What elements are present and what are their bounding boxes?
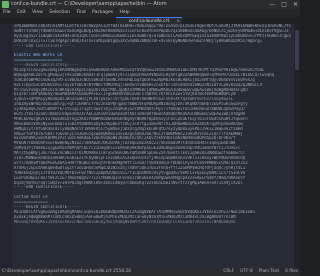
tab-bar: conf.ca-bundle.crt × [0,17,300,24]
scrollbar-thumb[interactable] [295,30,299,70]
app-icon [2,1,9,8]
status-cursor-position[interactable]: 2558:28 [113,269,131,274]
maximize-button[interactable]: □ [281,0,287,9]
code-editor[interactable]: sPQ3m6Mk8FZ4b3tFH1XMfLLbYfkTc07UBZyAC3Jt… [0,24,300,268]
menu-find[interactable]: Find [76,10,85,15]
status-right: CRLF UTF-8 Plain Text 0 files [223,268,298,276]
status-encoding[interactable]: UTF-8 [240,268,253,276]
status-grammar[interactable]: Plain Text [259,268,279,276]
window-titlebar: conf.ca-bundle.crt — C:\Developer\xampp\… [0,0,300,9]
status-files[interactable]: 0 files [285,268,298,276]
menu-file[interactable]: File [3,10,11,15]
menu-view[interactable]: View [32,10,43,15]
menu-edit[interactable]: Edit [17,10,26,15]
close-button[interactable]: ✕ [293,0,298,9]
status-bar: C:\Developer\xampp\apache\bin\conf.ca-bu… [0,268,300,276]
status-file-path[interactable]: C:\Developer\xampp\apache\bin\conf.ca-bu… [2,269,112,274]
code-lines[interactable]: sPQ3m6Mk8FZ4b3tFH1XMfLLbYfkTc07UBZyAC3Jt… [14,24,294,268]
window-controls: — □ ✕ [269,0,298,9]
minimize-button[interactable]: — [269,0,275,9]
menu-packages[interactable]: Packages [92,10,113,15]
line-gutter [0,24,12,268]
vertical-scrollbar[interactable] [294,24,300,268]
status-left: C:\Developer\xampp\apache\bin\conf.ca-bu… [2,268,131,276]
status-eol[interactable]: CRLF [223,268,234,276]
window-title: conf.ca-bundle.crt — C:\Developer\xampp\… [11,1,167,7]
menu-bar: File Edit View Selection Find Packages H… [0,9,300,17]
menu-selection[interactable]: Selection [49,10,70,15]
tab-ca-bundle[interactable]: conf.ca-bundle.crt × [116,17,182,24]
menu-help[interactable]: Help [120,10,130,15]
